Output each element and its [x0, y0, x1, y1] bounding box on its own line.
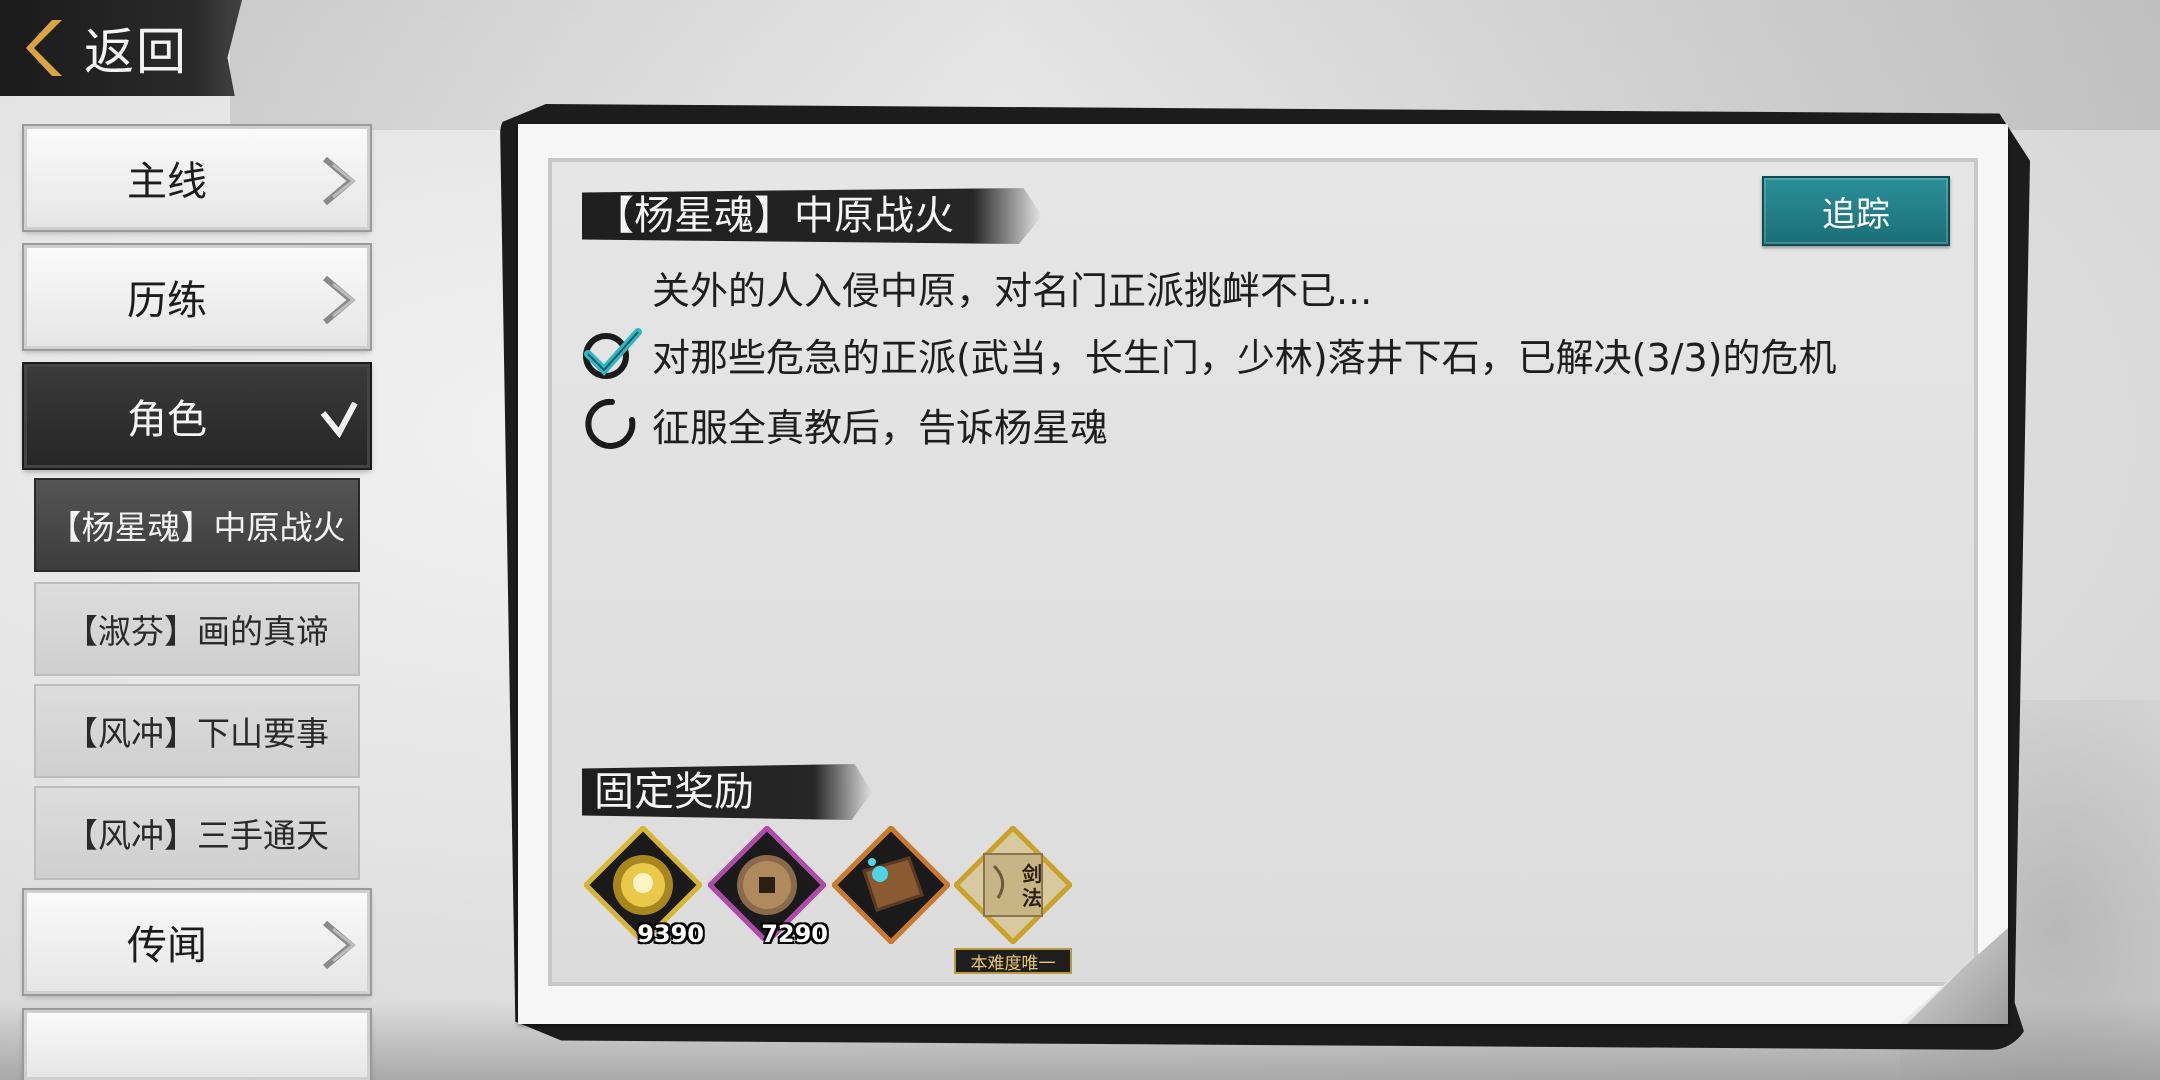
- chevron-right-icon: [323, 156, 356, 206]
- reward-count: 9390: [637, 920, 704, 948]
- reward-count: 7290: [761, 920, 828, 948]
- sidebar-item-rumors[interactable]: 传闻: [24, 890, 370, 994]
- sidebar-item-partial[interactable]: [24, 1010, 370, 1080]
- chevron-right-icon: [323, 275, 356, 325]
- objective-text: 征服全真教后，告诉杨星魂: [652, 405, 1109, 450]
- sidebar-item-label: 主线: [127, 159, 207, 205]
- sword-manual-scroll-icon: [952, 824, 1074, 946]
- quest-list-item[interactable]: 【风冲】下山要事: [34, 684, 360, 778]
- chevron-right-icon: [323, 920, 356, 970]
- quest-list-item[interactable]: 【杨星魂】中原战火: [34, 478, 360, 572]
- rewards-title: 固定奖励: [594, 769, 754, 815]
- unique-reward-tag: 本难度唯一: [954, 948, 1072, 974]
- sidebar-item-label: 传闻: [127, 923, 207, 969]
- chevron-down-icon: [320, 401, 358, 439]
- sidebar-item-character[interactable]: 角色: [24, 364, 370, 468]
- progress-ring-icon: [585, 398, 636, 449]
- reward-item[interactable]: [830, 824, 952, 946]
- skill-book-icon: [830, 824, 952, 946]
- objective-item: 征服全真教后，告诉杨星魂: [582, 394, 1108, 454]
- reward-item[interactable]: 剑法: [952, 824, 1074, 946]
- quest-description: 关外的人入侵中原，对名门正派挑衅不已...: [652, 269, 1373, 313]
- reward-item[interactable]: 9390: [582, 824, 704, 948]
- sidebar-item-label: 历练: [127, 278, 207, 324]
- sidebar-item-label: 角色: [127, 397, 207, 443]
- quest-list-item[interactable]: 【淑芬】画的真谛: [34, 582, 360, 676]
- quest-list-item[interactable]: 【风冲】三手通天: [34, 786, 360, 880]
- objective-text: 对那些危急的正派(武当，长生门，少林)落井下石，已解决(3/3)的危机: [652, 335, 1837, 380]
- reward-item-title: 剑法: [1022, 862, 1042, 910]
- sidebar-item-training[interactable]: 历练: [24, 245, 370, 349]
- back-chevron-icon: [26, 20, 62, 76]
- reward-item[interactable]: 7290: [706, 824, 828, 948]
- back-button[interactable]: 返回: [0, 0, 242, 96]
- checkmark-icon: [583, 328, 642, 379]
- quest-title: 【杨星魂】中原战火: [594, 193, 954, 239]
- track-button[interactable]: 追踪: [1762, 176, 1950, 246]
- back-label: 返回: [84, 23, 188, 81]
- objective-item: 对那些危急的正派(武当，长生门，少林)落井下石，已解决(3/3)的危机: [582, 324, 1836, 384]
- sidebar-item-main-story[interactable]: 主线: [24, 126, 370, 230]
